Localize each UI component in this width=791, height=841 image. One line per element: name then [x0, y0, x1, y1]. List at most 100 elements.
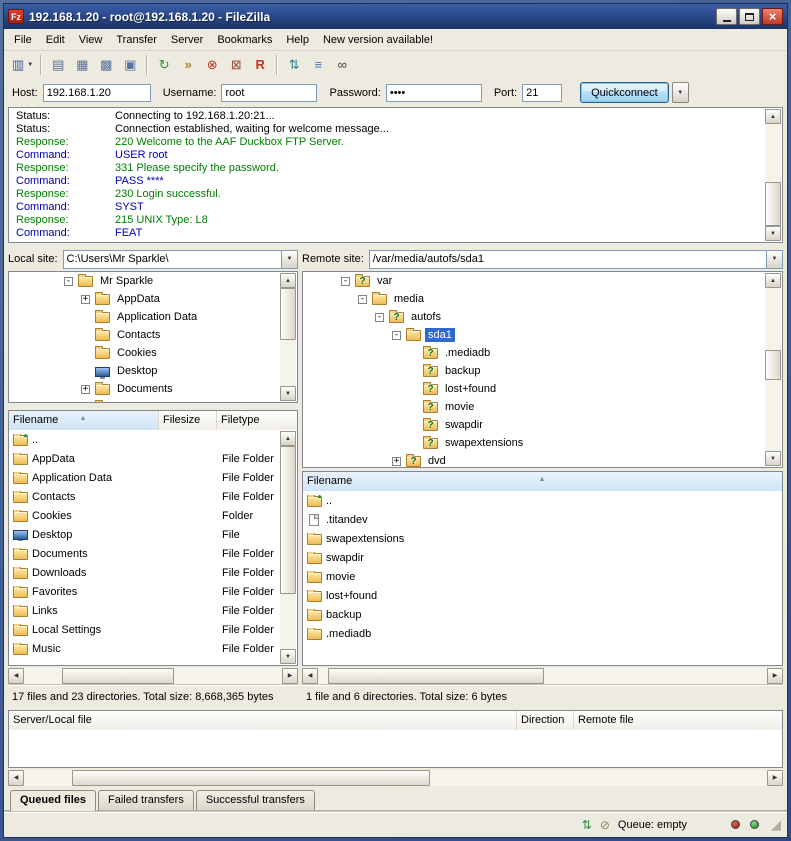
direction-column-header[interactable]: Direction — [517, 711, 574, 730]
file-row[interactable]: .mediadb — [303, 624, 782, 643]
quickconnect-button[interactable]: Quickconnect — [580, 82, 669, 103]
scroll-up-icon[interactable]: ▲ — [765, 273, 781, 288]
tab-queued-files[interactable]: Queued files — [10, 790, 96, 811]
file-row[interactable]: Application Data File Folder — [9, 468, 281, 487]
tree-item[interactable]: swapdir — [303, 416, 765, 434]
toolbar-button[interactable]: ▤ — [46, 54, 70, 76]
toolbar-button[interactable]: » — [176, 54, 200, 76]
password-input[interactable] — [386, 84, 482, 102]
file-row[interactable]: Local Settings File Folder — [9, 620, 281, 639]
menu-item[interactable]: Help — [279, 31, 316, 49]
file-row[interactable]: Downloads File Folder — [9, 563, 281, 582]
tree-item[interactable]: media — [303, 290, 765, 308]
scroll-up-icon[interactable]: ▲ — [280, 273, 296, 288]
tree-item[interactable]: AppData — [9, 290, 280, 308]
host-input[interactable] — [43, 84, 151, 102]
close-button[interactable]: × — [762, 8, 783, 25]
tree-item[interactable]: dvd — [303, 452, 765, 468]
toolbar-button[interactable]: ∞ — [330, 54, 354, 76]
file-row[interactable]: .titandev — [303, 510, 782, 529]
toolbar-button[interactable]: ▦ — [70, 54, 94, 76]
scrollbar-thumb[interactable] — [765, 182, 781, 226]
maximize-button[interactable] — [739, 8, 760, 25]
filename-column-header[interactable]: Filename — [9, 411, 159, 430]
tree-expander-icon[interactable] — [341, 277, 350, 286]
menu-item[interactable]: View — [72, 31, 110, 49]
minimize-button[interactable] — [716, 8, 737, 25]
file-row[interactable]: Favorites File Folder — [9, 582, 281, 601]
file-row[interactable]: .. — [303, 491, 782, 510]
tree-item[interactable]: swapextensions — [303, 434, 765, 452]
tree-item[interactable]: .mediadb — [303, 344, 765, 362]
menu-item[interactable]: File — [7, 31, 39, 49]
tree-item[interactable]: sda1 — [303, 326, 765, 344]
title-bar[interactable]: Fz 192.168.1.20 - root@192.168.1.20 - Fi… — [4, 4, 787, 29]
file-row[interactable]: Desktop File — [9, 525, 281, 544]
tab-failed-transfers[interactable]: Failed transfers — [98, 790, 194, 810]
queue-horizontal-scrollbar[interactable]: ◀ ▶ — [8, 770, 783, 786]
resize-grip[interactable]: ◢ — [771, 818, 781, 831]
scroll-up-icon[interactable]: ▲ — [765, 109, 781, 124]
tree-item[interactable]: Contacts — [9, 326, 280, 344]
port-input[interactable] — [522, 84, 562, 102]
tree-expander-icon[interactable] — [392, 457, 401, 466]
scroll-right-icon[interactable]: ▶ — [282, 668, 298, 684]
tree-expander-icon[interactable] — [64, 277, 73, 286]
file-row[interactable]: AppData File Folder — [9, 449, 281, 468]
tree-expander-icon[interactable] — [81, 403, 90, 404]
tree-item[interactable]: lost+found — [303, 380, 765, 398]
file-row[interactable]: Music File Folder — [9, 639, 281, 658]
file-row[interactable]: Links File Folder — [9, 601, 281, 620]
toolbar-button[interactable]: ⇅ — [282, 54, 306, 76]
speed-limits-icon[interactable]: ⊘ — [600, 818, 610, 832]
tree-item[interactable]: Desktop — [9, 362, 280, 380]
remote-site-combobox[interactable]: /var/media/autofs/sda1 ▼ — [369, 250, 783, 269]
file-row[interactable]: Documents File Folder — [9, 544, 281, 563]
file-row[interactable]: .. — [9, 430, 281, 449]
tree-item[interactable]: Application Data — [9, 308, 280, 326]
tree-item[interactable]: Mr Sparkle — [9, 272, 280, 290]
local-tree-list-splitter[interactable] — [8, 403, 298, 410]
scroll-right-icon[interactable]: ▶ — [767, 668, 783, 684]
remote-file-column-header[interactable]: Remote file — [574, 711, 782, 730]
toolbar-button[interactable]: ↻ — [152, 54, 176, 76]
tree-item[interactable]: autofs — [303, 308, 765, 326]
toolbar-button[interactable]: ⊗ — [200, 54, 224, 76]
scroll-down-icon[interactable]: ▼ — [765, 451, 781, 466]
tree-item[interactable]: Documents — [9, 380, 280, 398]
toolbar-button[interactable]: R — [248, 54, 272, 76]
tree-item[interactable]: backup — [303, 362, 765, 380]
file-row[interactable]: swapextensions — [303, 529, 782, 548]
scroll-left-icon[interactable]: ◀ — [8, 668, 24, 684]
toolbar-button[interactable]: ⊠ — [224, 54, 248, 76]
scroll-down-icon[interactable]: ▼ — [280, 386, 296, 401]
scrollbar-thumb[interactable] — [280, 446, 296, 594]
menu-item[interactable]: Bookmarks — [210, 31, 279, 49]
file-row[interactable]: Cookies Folder — [9, 506, 281, 525]
tree-expander-icon[interactable] — [375, 313, 384, 322]
chevron-down-icon[interactable]: ▼ — [766, 251, 782, 268]
local-list-scrollbar[interactable]: ▲ ▼ — [280, 431, 296, 664]
scroll-left-icon[interactable]: ◀ — [302, 668, 318, 684]
menu-item[interactable]: Edit — [39, 31, 72, 49]
scrollbar-thumb[interactable] — [765, 350, 781, 380]
remote-tree-scrollbar[interactable]: ▲ ▼ — [765, 273, 781, 466]
filename-column-header[interactable]: Filename — [303, 472, 782, 491]
file-row[interactable]: lost+found — [303, 586, 782, 605]
toolbar-button[interactable]: ≡ — [306, 54, 330, 76]
tree-item[interactable]: movie — [303, 398, 765, 416]
toolbar-button[interactable]: ▩ — [94, 54, 118, 76]
log-scrollbar[interactable]: ▲ ▼ — [765, 109, 781, 241]
menu-item[interactable]: New version available! — [316, 31, 440, 49]
scrollbar-thumb[interactable] — [328, 668, 544, 684]
server-local-file-column-header[interactable]: Server/Local file — [9, 711, 517, 730]
local-horizontal-scrollbar[interactable]: ◀ ▶ — [8, 668, 298, 684]
scroll-down-icon[interactable]: ▼ — [280, 649, 296, 664]
filesize-column-header[interactable]: Filesize — [159, 411, 217, 430]
local-site-combobox[interactable]: C:\Users\Mr Sparkle\ ▼ — [63, 250, 298, 269]
menu-item[interactable]: Transfer — [109, 31, 164, 49]
tree-item[interactable]: Downloads — [9, 398, 280, 403]
scrollbar-thumb[interactable] — [72, 770, 430, 786]
tree-expander-icon[interactable] — [81, 385, 90, 394]
tree-expander-icon[interactable] — [358, 295, 367, 304]
